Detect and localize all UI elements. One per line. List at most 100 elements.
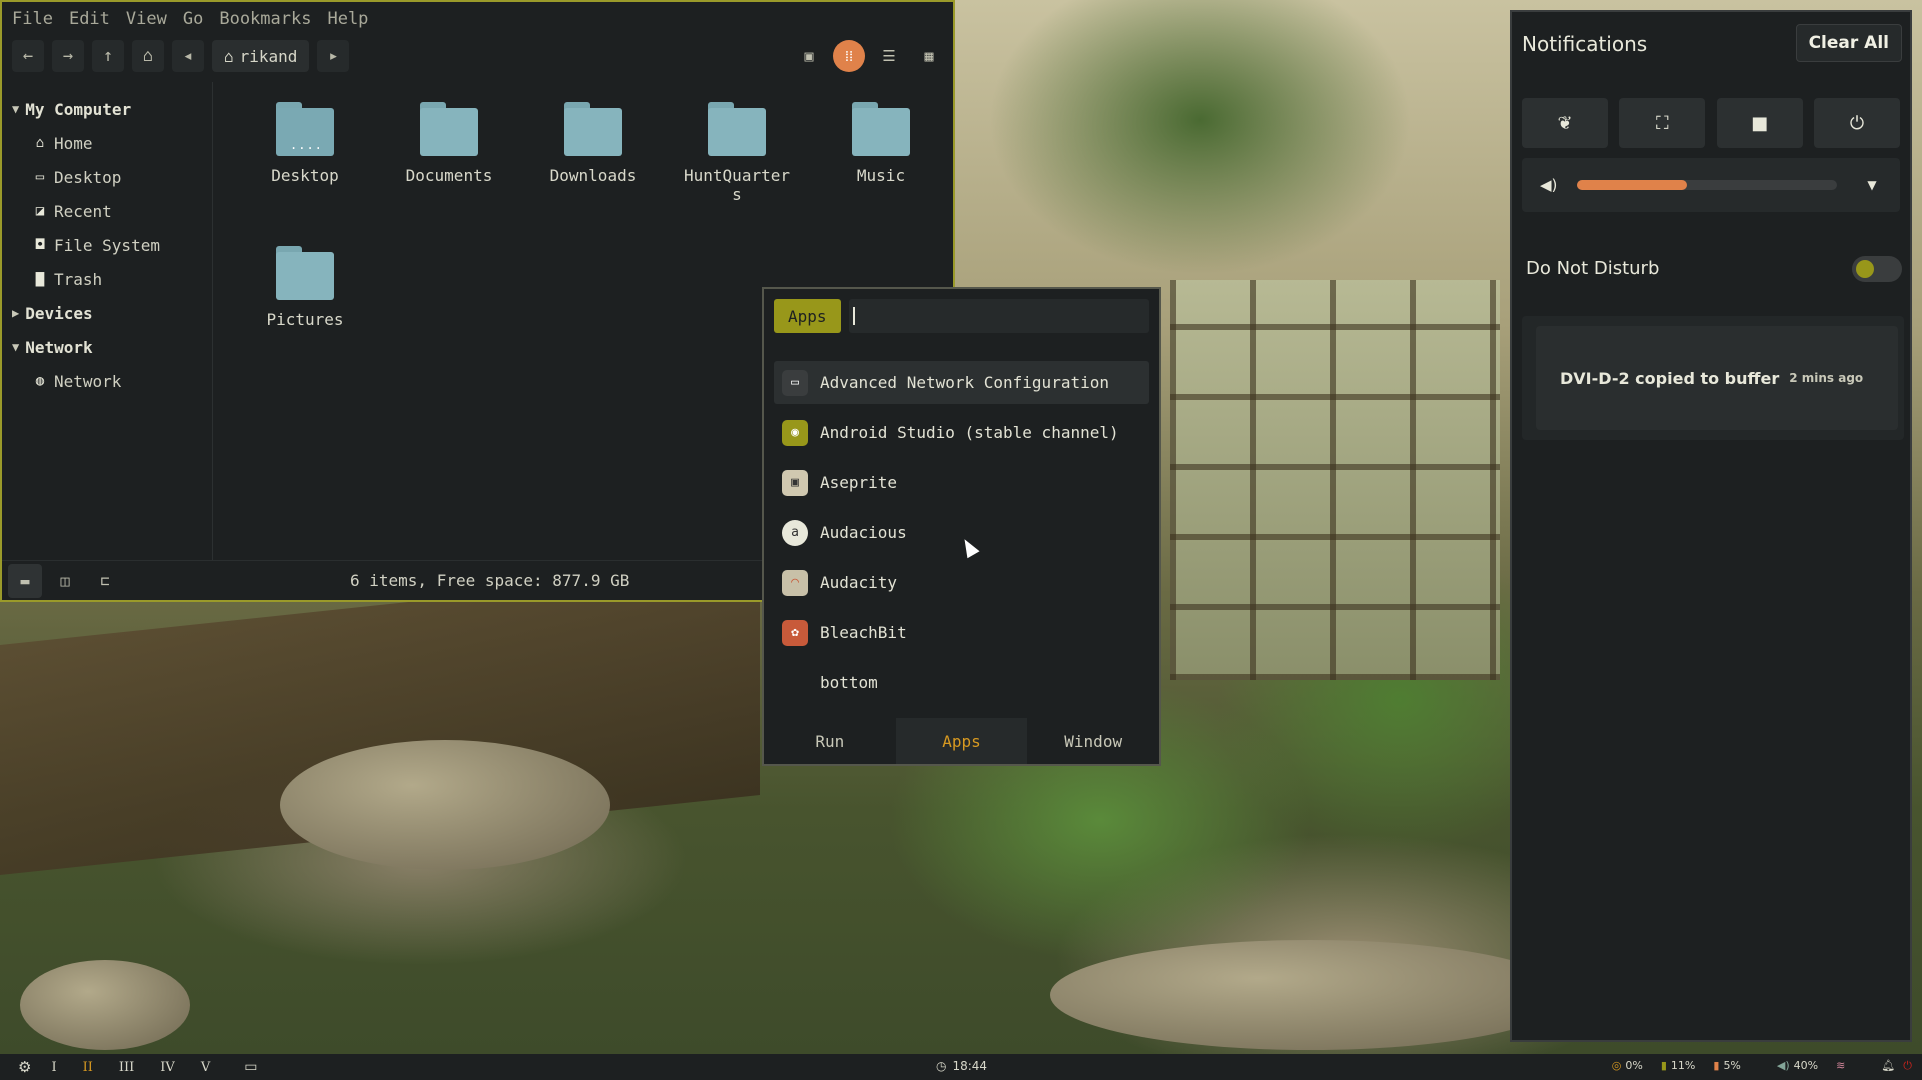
- sidebar-item-home[interactable]: ⌂ Home: [2, 126, 212, 160]
- clear-all-button[interactable]: Clear All: [1795, 24, 1902, 62]
- forward-button[interactable]: →: [52, 40, 84, 72]
- icon-view-button[interactable]: ⁞⁞: [833, 40, 865, 72]
- terminal-toggle-button[interactable]: ⊏: [88, 564, 122, 598]
- file-item-huntquarters[interactable]: HuntQuarters: [665, 96, 809, 240]
- speaker-icon: ◀): [1776, 1059, 1790, 1072]
- memory-indicator[interactable]: ▮ 11%: [1661, 1059, 1696, 1073]
- leaf-button[interactable]: ❦: [1522, 98, 1608, 148]
- file-item-downloads[interactable]: Downloads: [521, 96, 665, 240]
- power-indicator[interactable]: ⏻: [1903, 1059, 1912, 1073]
- menubar: File Edit View Go Bookmarks Help: [2, 2, 953, 36]
- sidebar-item-label: File System: [54, 235, 160, 255]
- folder-icon: [276, 246, 334, 300]
- up-button[interactable]: ↑: [92, 40, 124, 72]
- triangle-right-icon: ▶: [12, 306, 20, 320]
- grid-icon: ⁞⁞: [844, 46, 854, 65]
- breadcrumb-prev-button[interactable]: ◂: [172, 40, 204, 72]
- menu-view[interactable]: View: [126, 9, 167, 29]
- network-config-icon: ▭: [782, 369, 808, 396]
- record-button[interactable]: ■: [1716, 98, 1803, 148]
- file-item-music[interactable]: Music: [809, 96, 953, 240]
- file-label: Downloads: [549, 166, 637, 185]
- tree-toggle-button[interactable]: ◫: [48, 564, 82, 598]
- clock-icon: ◷: [936, 1059, 947, 1073]
- record-icon: ■: [1751, 112, 1769, 134]
- tab-apps[interactable]: Apps: [895, 718, 1028, 764]
- sidebar-item-label: Trash: [54, 269, 103, 289]
- home-icon: ⌂: [142, 46, 154, 66]
- sidebar-section-devices[interactable]: ▶ Devices: [2, 296, 212, 330]
- list-item[interactable]: ▣ Aseprite: [774, 461, 1149, 504]
- menu-bookmarks[interactable]: Bookmarks: [219, 9, 311, 29]
- sidebar-item-recent[interactable]: ◪ Recent: [2, 194, 212, 228]
- section-label: Network: [25, 337, 93, 357]
- chevron-down-icon[interactable]: ▼: [1867, 178, 1876, 192]
- search-input[interactable]: [848, 299, 1149, 333]
- menu-edit[interactable]: Edit: [69, 9, 110, 29]
- dnd-toggle[interactable]: [1852, 256, 1902, 282]
- quick-settings: ❦ ⛶ ■ ⏻: [1522, 98, 1900, 148]
- compact-view-button[interactable]: ▦: [913, 40, 945, 72]
- dnd-label: Do Not Disturb: [1526, 258, 1660, 279]
- file-item-desktop[interactable]: Desktop: [233, 96, 377, 240]
- new-folder-button[interactable]: ▣: [793, 40, 825, 72]
- cpu-value: 0%: [1625, 1059, 1643, 1072]
- list-item[interactable]: ◉ Android Studio (stable channel): [774, 411, 1149, 454]
- launcher-bar: Apps: [774, 299, 1149, 333]
- window-icon[interactable]: ▭: [244, 1059, 257, 1075]
- home-icon: ⌂: [224, 46, 234, 66]
- disk-indicator[interactable]: ▮ 5%: [1713, 1059, 1741, 1073]
- power-icon: ⏻: [1903, 1059, 1912, 1072]
- home-button[interactable]: ⌂: [132, 40, 164, 72]
- list-item[interactable]: ▭ Advanced Network Configuration: [774, 361, 1149, 404]
- list-view-button[interactable]: ☰: [873, 40, 905, 72]
- sidebar-item-desktop[interactable]: ▭ Desktop: [2, 160, 212, 194]
- globe-icon: ◍: [35, 373, 45, 389]
- arrow-left-icon: ←: [22, 46, 34, 66]
- screenshot-button[interactable]: ⛶: [1619, 98, 1706, 148]
- app-label: BleachBit: [820, 623, 907, 642]
- monitor-icon: ▭: [35, 169, 45, 185]
- volume-slider[interactable]: [1577, 180, 1838, 190]
- sidebar-item-network[interactable]: ◍ Network: [2, 364, 212, 398]
- list-item[interactable]: ✿ BleachBit: [774, 611, 1149, 654]
- cpu-indicator[interactable]: ◎ 0%: [1612, 1059, 1643, 1073]
- list-item[interactable]: ◠ Audacity: [774, 561, 1149, 604]
- menu-go[interactable]: Go: [183, 9, 203, 29]
- app-label: Advanced Network Configuration: [820, 373, 1109, 392]
- menu-file[interactable]: File: [12, 9, 53, 29]
- breadcrumb-next-button[interactable]: ▸: [317, 40, 350, 72]
- notification-card[interactable]: DVI-D-2 copied to buffer 2 mins ago: [1536, 326, 1898, 430]
- workspace-3[interactable]: III: [119, 1060, 134, 1075]
- sidebar-item-trash[interactable]: ▇ Trash: [2, 262, 212, 296]
- gear-icon[interactable]: ⚙: [18, 1058, 31, 1076]
- file-label: Desktop: [271, 166, 339, 185]
- tab-run[interactable]: Run: [764, 718, 896, 764]
- workspace-2[interactable]: II: [83, 1060, 93, 1075]
- menu-help[interactable]: Help: [327, 9, 368, 29]
- file-item-pictures[interactable]: Pictures: [233, 240, 377, 384]
- workspace-5[interactable]: V: [201, 1060, 210, 1075]
- volume-indicator[interactable]: ◀) 40%: [1777, 1059, 1818, 1073]
- folder-icon: ▬: [20, 571, 30, 590]
- sidebar-section-network[interactable]: ▼ Network: [2, 330, 212, 364]
- home-icon: ⌂: [35, 135, 45, 151]
- workspace-4[interactable]: IV: [160, 1060, 175, 1075]
- sidebar: ▼ My Computer ⌂ Home ▭ Desktop ◪ Recent ◘ Fil…: [2, 82, 213, 560]
- power-button[interactable]: ⏻: [1813, 98, 1900, 148]
- notification-message: DVI-D-2 copied to buffer: [1560, 368, 1780, 388]
- list-item[interactable]: bottom: [774, 661, 1149, 704]
- places-toggle-button[interactable]: ▬: [8, 563, 42, 598]
- clock[interactable]: ◷ 18:44: [936, 1059, 987, 1073]
- file-item-documents[interactable]: Documents: [377, 96, 521, 240]
- notifications-indicator[interactable]: 🔔︎: [1881, 1059, 1895, 1073]
- tab-window[interactable]: Window: [1027, 718, 1159, 764]
- network-indicator[interactable]: ≋: [1836, 1059, 1845, 1073]
- sidebar-item-label: Desktop: [54, 167, 122, 187]
- back-button[interactable]: ←: [12, 40, 44, 72]
- breadcrumb[interactable]: ⌂ rikand: [212, 40, 310, 72]
- app-label: Android Studio (stable channel): [820, 423, 1119, 442]
- sidebar-item-filesystem[interactable]: ◘ File System: [2, 228, 212, 262]
- sidebar-section-my-computer[interactable]: ▼ My Computer: [2, 92, 212, 126]
- workspace-1[interactable]: I: [51, 1060, 56, 1075]
